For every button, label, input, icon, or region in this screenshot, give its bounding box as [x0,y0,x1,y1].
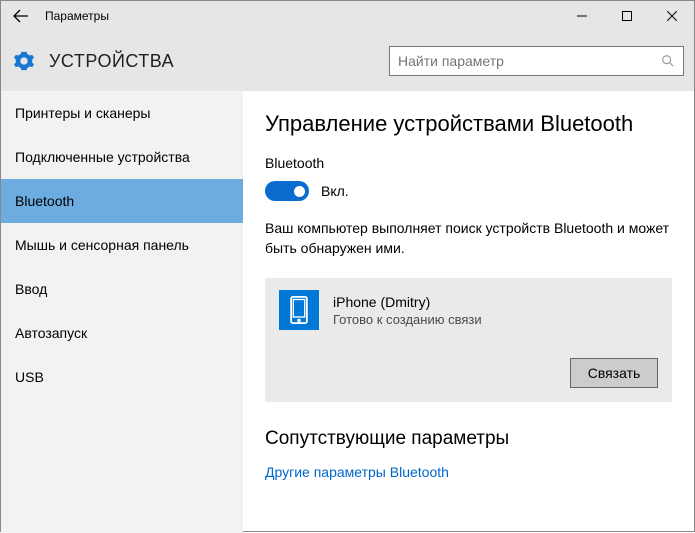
toggle-state-label: Вкл. [321,183,349,199]
sidebar-item-typing[interactable]: Ввод [1,267,243,311]
page-title: Управление устройствами Bluetooth [265,111,672,137]
sidebar-item-autoplay[interactable]: Автозапуск [1,311,243,355]
sidebar-item-usb[interactable]: USB [1,355,243,399]
toggle-knob [294,186,305,197]
bluetooth-description: Ваш компьютер выполняет поиск устройств … [265,219,672,258]
sidebar-item-connected-devices[interactable]: Подключенные устройства [1,135,243,179]
close-icon [667,11,677,21]
search-input[interactable] [398,53,661,69]
minimize-button[interactable] [559,1,604,31]
close-button[interactable] [649,1,694,31]
back-button[interactable] [1,1,41,31]
bluetooth-label: Bluetooth [265,155,672,171]
pair-button[interactable]: Связать [570,358,658,388]
sidebar-item-printers[interactable]: Принтеры и сканеры [1,91,243,135]
sidebar-item-label: Подключенные устройства [15,149,190,165]
other-bluetooth-settings-link[interactable]: Другие параметры Bluetooth [265,464,672,480]
arrow-left-icon [13,8,29,24]
bluetooth-toggle[interactable] [265,181,309,201]
sidebar-item-label: Мышь и сенсорная панель [15,237,189,253]
window-title: Параметры [41,9,559,23]
sidebar: Принтеры и сканеры Подключенные устройст… [1,91,243,533]
search-input-container[interactable] [389,46,684,76]
device-name: iPhone (Dmitry) [333,294,482,310]
sidebar-item-mouse[interactable]: Мышь и сенсорная панель [1,223,243,267]
phone-icon [279,290,319,330]
sidebar-item-label: Принтеры и сканеры [15,105,150,121]
search-icon [661,54,675,68]
maximize-icon [622,11,632,21]
minimize-icon [577,11,587,21]
gear-icon [13,50,35,72]
sidebar-item-label: USB [15,369,44,385]
device-card[interactable]: iPhone (Dmitry) Готово к созданию связи … [265,278,672,402]
sidebar-item-label: Bluetooth [15,193,74,209]
sidebar-item-label: Ввод [15,281,47,297]
device-status: Готово к созданию связи [333,312,482,327]
sidebar-item-label: Автозапуск [15,325,87,341]
related-heading: Сопутствующие параметры [265,428,672,450]
sidebar-item-bluetooth[interactable]: Bluetooth [1,179,243,223]
header-title: УСТРОЙСТВА [49,51,389,72]
maximize-button[interactable] [604,1,649,31]
